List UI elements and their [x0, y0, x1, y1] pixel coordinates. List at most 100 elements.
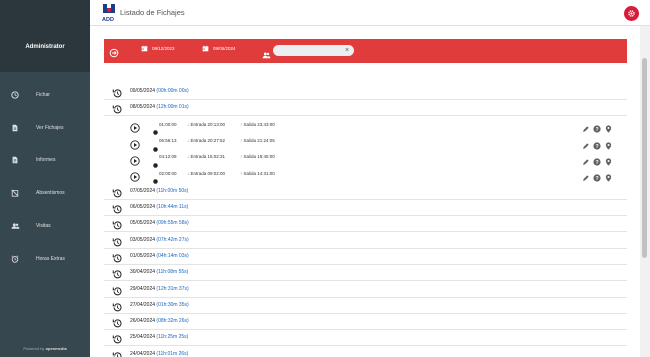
- day-row[interactable]: 08/05/2024 (12h:00m 01s): [104, 100, 627, 117]
- day-duration: (12h:00m 01s): [156, 104, 189, 111]
- arrow-up-icon: ↑: [240, 138, 243, 144]
- arrow-down-icon: ↓: [187, 121, 190, 127]
- sidebar-item-ver-fichajes[interactable]: Ver Fichajes: [0, 118, 90, 138]
- sidebar-footer: Powered by openmedia: [0, 346, 90, 351]
- entry-row: 06:56:13 ↓ Entrada 20:27:52 ↑ Salida 21:24…: [104, 134, 627, 152]
- day-label: 05/05/2024 (09h:55m 58s): [130, 220, 189, 226]
- svg-text:?: ?: [595, 160, 598, 166]
- day-duration: (04h:14m 03s): [156, 252, 189, 259]
- filter-bar: 09/12/2023 09/05/2024 ×: [104, 39, 627, 63]
- day-duration: (01h:30m 35s): [156, 301, 189, 308]
- sidebar-header: [0, 0, 90, 72]
- gear-icon: [628, 10, 635, 17]
- sidebar-item-label: Ver Fichajes: [36, 125, 64, 131]
- svg-text:?: ?: [595, 144, 598, 150]
- day-label: 06/05/2024 (10h:44m 11s): [130, 204, 188, 210]
- day-row[interactable]: 01/05/2024 (04h:14m 03s): [104, 249, 627, 265]
- in-label: Entrada: [190, 121, 207, 127]
- day-row[interactable]: 05/05/2024 (09h:55m 58s): [104, 216, 627, 233]
- entry-out: ↑ Salida 21:24:05: [240, 138, 275, 143]
- in-time: 20:27:52: [207, 138, 226, 144]
- entry-in: ↓ Entrada 20:13:00: [187, 122, 225, 127]
- day-duration: (11h:00m 50s): [156, 187, 189, 194]
- day-row[interactable]: 06/05/2024 (10h:44m 11s): [104, 200, 627, 216]
- out-time: 14:31:00: [257, 170, 275, 176]
- sidebar-item-informes[interactable]: Informes: [0, 150, 90, 170]
- alarm-icon: [0, 255, 30, 263]
- arrow-right-circle-icon[interactable]: [109, 45, 119, 63]
- document-icon: [0, 124, 30, 132]
- sidebar-item-fichar[interactable]: Fichar: [0, 85, 90, 105]
- footer-prefix: Powered by: [23, 346, 45, 351]
- entry-out: ↑ Salida 23:43:00: [240, 122, 275, 127]
- day-row[interactable]: 03/05/2024 (07h:42m 27s): [104, 233, 627, 249]
- in-label: Entrada: [190, 138, 207, 144]
- arrow-down-icon: ↓: [187, 138, 190, 144]
- arrow-down-icon: ↓: [187, 154, 190, 160]
- report-icon: [0, 156, 30, 164]
- day-date: 06/05/2024: [130, 204, 156, 210]
- out-label: Salida: [243, 154, 257, 160]
- sidebar-item-visitas[interactable]: Visitas: [0, 216, 90, 236]
- day-row[interactable]: 30/04/2024 (11h:08m 55s): [104, 265, 627, 282]
- calendar-icon: [202, 45, 209, 52]
- entry-in: ↓ Entrada 09:02:00: [187, 171, 225, 176]
- footer-brand: openmedia: [45, 346, 67, 351]
- sidebar-item-horas-extras[interactable]: Horas Extras: [0, 249, 90, 269]
- settings-button[interactable]: [624, 6, 639, 21]
- entry-row: 01:00:00 ↓ Entrada 20:13:00 ↑ Salida 23:43…: [104, 117, 627, 136]
- entry-row: 04:12:09 ↓ Entrada 15:02:31 ↑ Salida 19:45…: [104, 150, 627, 168]
- date-to-field[interactable]: 09/05/2024: [202, 45, 236, 52]
- date-to-value: 09/05/2024: [213, 46, 236, 51]
- absence-icon: [0, 189, 30, 197]
- day-label: 30/04/2024 (11h:08m 55s): [130, 269, 188, 275]
- day-row[interactable]: 25/04/2024 (11h:25m 25s): [104, 330, 627, 347]
- logo-text: ADD: [102, 17, 114, 23]
- out-time: 19:45:00: [257, 154, 275, 160]
- day-date: 29/04/2024: [130, 285, 156, 292]
- entry-time: 02:00:00: [159, 170, 177, 176]
- day-label: 27/04/2024 (01h:30m 35s): [130, 302, 189, 308]
- day-row[interactable]: 07/05/2024 (11h:00m 50s): [104, 184, 627, 200]
- entry-out: ↑ Salida 19:45:00: [240, 154, 275, 159]
- sidebar-username: Administrator: [25, 44, 65, 50]
- date-from-field[interactable]: 09/12/2023: [141, 45, 175, 52]
- day-date: 05/05/2024: [130, 220, 156, 227]
- app-logo: ADD: [100, 3, 118, 23]
- entry-time: 04:12:09: [159, 154, 177, 160]
- close-icon[interactable]: ×: [345, 45, 349, 56]
- day-date: 08/05/2024: [130, 104, 156, 111]
- day-row[interactable]: 27/04/2024 (01h:30m 35s): [104, 298, 627, 314]
- out-time: 21:24:05: [257, 138, 275, 144]
- day-row[interactable]: 24/04/2024 (11h:01m 26s): [104, 347, 627, 357]
- entry-row: 02:00:00 ↓ Entrada 09:02:00 ↑ Salida 14:31…: [104, 166, 627, 184]
- clock-icon: [0, 91, 30, 99]
- day-label: 24/04/2024 (11h:01m 26s): [130, 351, 188, 357]
- day-date: 09/05/2024: [130, 88, 156, 94]
- day-row[interactable]: 09/05/2024 (00h:00m 00s): [104, 84, 627, 100]
- day-label: 01/05/2024 (04h:14m 03s): [130, 253, 189, 259]
- day-row[interactable]: 26/04/2024 (08h:32m 26s): [104, 314, 627, 331]
- scrollbar-thumb[interactable]: [642, 58, 647, 258]
- day-duration: (11h:08m 55s): [156, 269, 189, 276]
- day-date: 24/04/2024: [130, 350, 156, 357]
- history-icon[interactable]: [112, 349, 123, 357]
- page-title: Listado de Fichajes: [120, 8, 185, 17]
- day-row[interactable]: 29/04/2024 (12h:31m 37s): [104, 282, 627, 298]
- day-label: 08/05/2024 (12h:00m 01s): [130, 104, 189, 110]
- day-duration: (12h:31m 37s): [156, 285, 189, 292]
- day-label: 09/05/2024 (00h:00m 00s): [130, 88, 189, 94]
- day-label: 07/05/2024 (11h:00m 50s): [130, 188, 188, 194]
- topbar: ADD Listado de Fichajes: [90, 0, 650, 26]
- user-filter-chip[interactable]: [273, 45, 354, 56]
- day-date: 27/04/2024: [130, 301, 156, 308]
- arrow-up-icon: ↑: [240, 121, 243, 127]
- day-duration: (00h:00m 00s): [156, 88, 189, 94]
- entry-time: 06:56:13: [159, 138, 177, 144]
- day-duration: (11h:25m 25s): [156, 334, 189, 341]
- sidebar-item-absentismos[interactable]: Absentismos: [0, 183, 90, 203]
- day-label: 03/05/2024 (07h:42m 27s): [130, 237, 189, 243]
- sidebar-item-label: Fichar: [36, 92, 50, 98]
- entry-time: 01:00:00: [159, 121, 177, 127]
- entry-in: ↓ Entrada 15:02:31: [187, 154, 225, 159]
